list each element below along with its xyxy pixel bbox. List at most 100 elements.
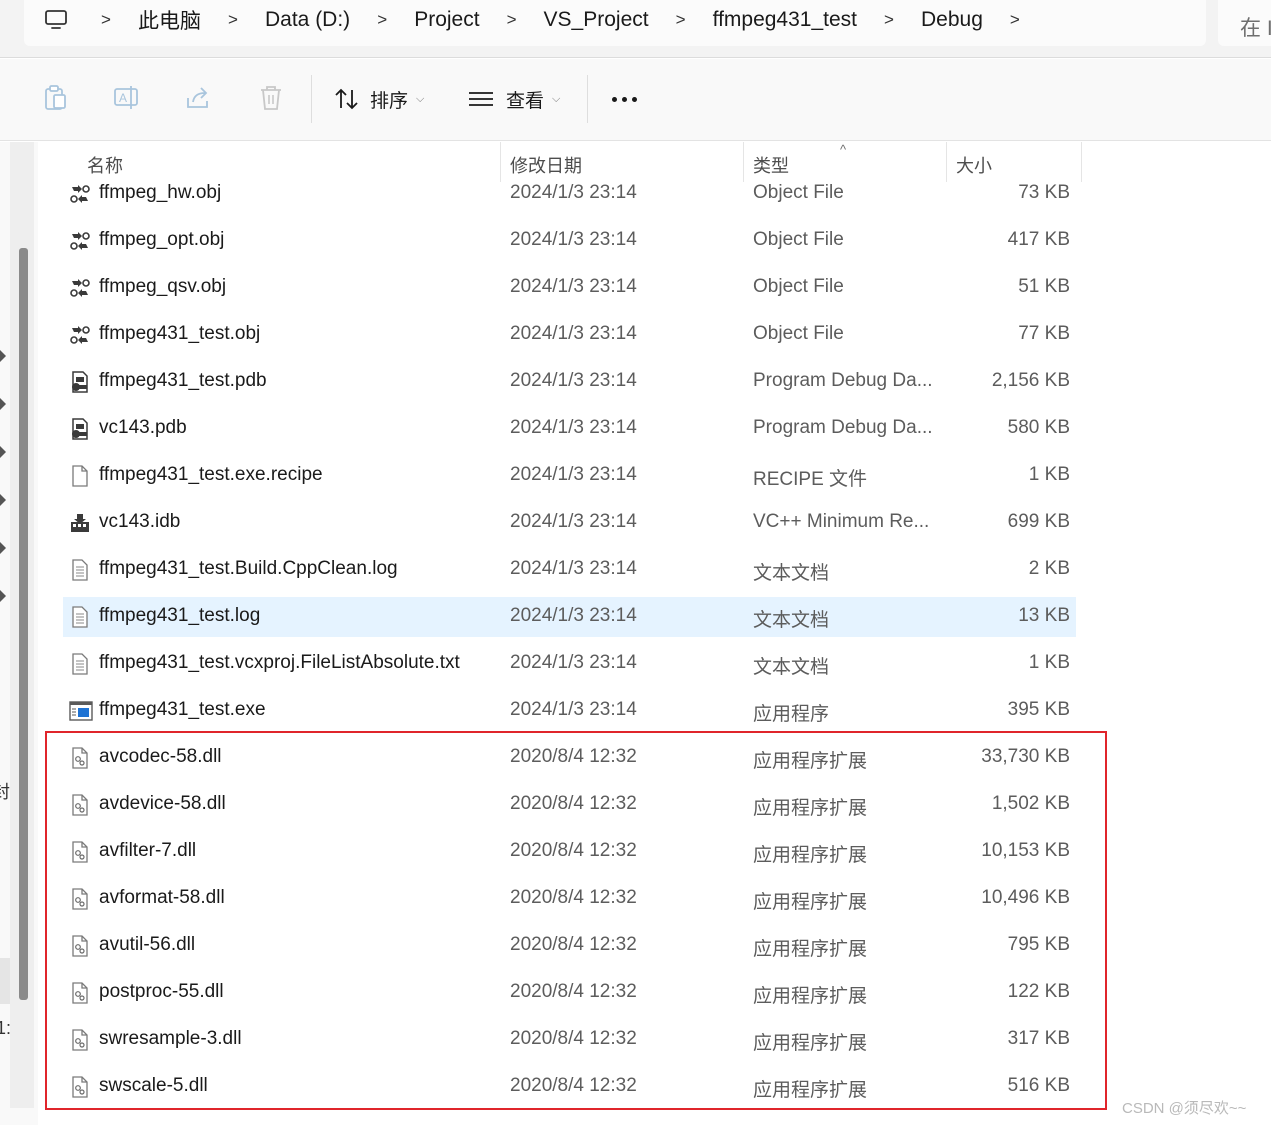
column-divider[interactable] (1081, 142, 1082, 182)
sort-label: 排序 (370, 90, 409, 112)
more-icon[interactable] (606, 81, 642, 117)
file-type: Program Debug Da... (753, 370, 933, 391)
view-icon (468, 89, 494, 109)
chevron-right-icon[interactable] (0, 446, 8, 458)
sort-icon (334, 87, 360, 111)
file-size: 699 KB (1007, 511, 1070, 532)
file-row[interactable]: ffmpeg431_test.obj 2024/1/3 23:14 Object F… (63, 315, 1076, 355)
breadcrumb-item[interactable]: 此电脑 (124, 5, 215, 35)
file-modified-date: 2024/1/3 23:14 (510, 417, 637, 438)
nav-item-label[interactable]: 封 (0, 778, 10, 804)
file-row[interactable]: ffmpeg_hw.obj 2024/1/3 23:14 Object File 73… (63, 174, 1076, 214)
file-row[interactable]: ffmpeg431_test.Build.CppClean.log 2024/1/… (63, 550, 1076, 590)
file-row[interactable]: ffmpeg431_test.pdb 2024/1/3 23:14 Program … (63, 362, 1076, 402)
file-type: RECIPE 文件 (753, 469, 868, 490)
file-type: VC++ Minimum Re... (753, 511, 930, 532)
file-size: 1,502 KB (991, 793, 1070, 814)
file-row[interactable]: avutil-56.dll 2020/8/4 12:32 应用程序扩展 795 KB (63, 926, 1076, 966)
breadcrumb[interactable]: > 此电脑 > Data (D:) > Project > VS_Project > ffmpeg… (24, 0, 1206, 46)
rename-icon[interactable]: A (111, 82, 143, 114)
file-size: 516 KB (1007, 1075, 1070, 1096)
file-name: swresample-3.dll (99, 1028, 242, 1049)
file-type: 应用程序扩展 (753, 1033, 868, 1054)
chevron-right-icon[interactable] (0, 542, 8, 554)
chevron-right-icon[interactable] (0, 398, 8, 410)
file-size: 317 KB (1007, 1028, 1070, 1049)
file-type: 应用程序扩展 (753, 751, 868, 772)
breadcrumb-separator-icon[interactable]: > (88, 10, 124, 30)
file-modified-date: 2024/1/3 23:14 (510, 511, 637, 532)
breadcrumb-separator-icon[interactable]: > (215, 10, 251, 30)
file-size: 417 KB (1007, 229, 1070, 250)
file-row[interactable]: avformat-58.dll 2020/8/4 12:32 应用程序扩展 10,49… (63, 879, 1076, 919)
sort-button[interactable]: 排序 ⌵ (334, 77, 424, 121)
file-row[interactable]: avdevice-58.dll 2020/8/4 12:32 应用程序扩展 1,502… (63, 785, 1076, 825)
blank-file-icon (69, 465, 91, 487)
file-row[interactable]: swscale-5.dll 2020/8/4 12:32 应用程序扩展 516 KB (63, 1067, 1076, 1107)
file-type: Object File (753, 182, 844, 203)
nav-item-label[interactable]: 1: (0, 1018, 11, 1039)
object-file-icon (69, 183, 91, 205)
file-row[interactable]: avfilter-7.dll 2020/8/4 12:32 应用程序扩展 10,153… (63, 832, 1076, 872)
file-name: ffmpeg431_test.pdb (99, 370, 267, 391)
breadcrumb-separator-icon[interactable]: > (871, 10, 907, 30)
breadcrumb-item[interactable]: Debug (907, 8, 997, 32)
breadcrumb-item[interactable]: VS_Project (530, 8, 663, 32)
breadcrumb-separator-icon[interactable]: > (997, 10, 1033, 30)
file-name: ffmpeg431_test.exe (99, 699, 266, 720)
breadcrumb-separator-icon[interactable]: > (494, 10, 530, 30)
chevron-right-icon[interactable] (0, 350, 8, 362)
file-size: 580 KB (1007, 417, 1070, 438)
dll-file-icon (69, 1029, 91, 1051)
file-row[interactable]: vc143.pdb 2024/1/3 23:14 Program Debug Da.… (63, 409, 1076, 449)
file-type: Program Debug Da... (753, 417, 933, 438)
file-row[interactable]: ffmpeg431_test.exe 2024/1/3 23:14 应用程序 395 … (63, 691, 1076, 731)
file-type: 应用程序扩展 (753, 892, 868, 913)
file-name: ffmpeg431_test.obj (99, 323, 261, 344)
file-row[interactable]: vc143.idb 2024/1/3 23:14 VC++ Minimum Re..… (63, 503, 1076, 543)
nav-scrollbar-thumb[interactable] (19, 248, 28, 1000)
view-button[interactable]: 查看 ⌵ (468, 77, 560, 121)
file-row[interactable]: ffmpeg431_test.log 2024/1/3 23:14 文本文档 13 K… (63, 597, 1076, 637)
file-size: 33,730 KB (981, 746, 1070, 767)
file-name: avutil-56.dll (99, 934, 196, 955)
file-modified-date: 2020/8/4 12:32 (510, 1028, 637, 1049)
file-type: 应用程序 (753, 704, 830, 725)
file-modified-date: 2020/8/4 12:32 (510, 746, 637, 767)
dll-file-icon (69, 1076, 91, 1098)
breadcrumb-item[interactable]: Project (400, 8, 493, 32)
chevron-right-icon[interactable] (0, 590, 8, 602)
file-row[interactable]: ffmpeg_opt.obj 2024/1/3 23:14 Object File 4… (63, 221, 1076, 261)
text-file-icon (69, 606, 91, 628)
breadcrumb-item[interactable]: ffmpeg431_test (699, 8, 871, 32)
pdb-file-icon (69, 371, 91, 393)
breadcrumb-separator-icon[interactable]: > (663, 10, 699, 30)
text-file-icon (69, 559, 91, 581)
file-row[interactable]: swresample-3.dll 2020/8/4 12:32 应用程序扩展 317 … (63, 1020, 1076, 1060)
file-modified-date: 2024/1/3 23:14 (510, 558, 637, 579)
breadcrumb-separator-icon[interactable]: > (364, 10, 400, 30)
file-list[interactable]: 名称 修改日期 类型 ^ 大小 ffmpeg_hw.obj 2024/1/3 23… (38, 142, 1271, 1125)
file-modified-date: 2024/1/3 23:14 (510, 229, 637, 250)
file-size: 122 KB (1007, 981, 1070, 1002)
file-row[interactable]: ffmpeg431_test.vcxproj.FileListAbsolute.… (63, 644, 1076, 684)
file-type: 应用程序扩展 (753, 1080, 868, 1101)
file-size: 13 KB (1018, 605, 1070, 626)
nav-selected-item[interactable] (0, 958, 10, 1004)
file-modified-date: 2024/1/3 23:14 (510, 699, 637, 720)
file-row[interactable]: avcodec-58.dll 2020/8/4 12:32 应用程序扩展 33,730… (63, 738, 1076, 778)
delete-icon[interactable] (255, 82, 287, 114)
file-modified-date: 2024/1/3 23:14 (510, 182, 637, 203)
object-file-icon (69, 324, 91, 346)
file-modified-date: 2024/1/3 23:14 (510, 276, 637, 297)
file-row[interactable]: ffmpeg_qsv.obj 2024/1/3 23:14 Object File 5… (63, 268, 1076, 308)
copy-icon[interactable] (39, 82, 71, 114)
search-input[interactable]: 在 I (1218, 0, 1271, 46)
file-modified-date: 2024/1/3 23:14 (510, 605, 637, 626)
file-row[interactable]: postproc-55.dll 2020/8/4 12:32 应用程序扩展 122 K… (63, 973, 1076, 1013)
this-pc-icon[interactable] (24, 0, 88, 46)
chevron-right-icon[interactable] (0, 494, 8, 506)
breadcrumb-item[interactable]: Data (D:) (251, 8, 364, 32)
file-row[interactable]: ffmpeg431_test.exe.recipe 2024/1/3 23:14 R… (63, 456, 1076, 496)
share-icon[interactable] (183, 82, 215, 114)
